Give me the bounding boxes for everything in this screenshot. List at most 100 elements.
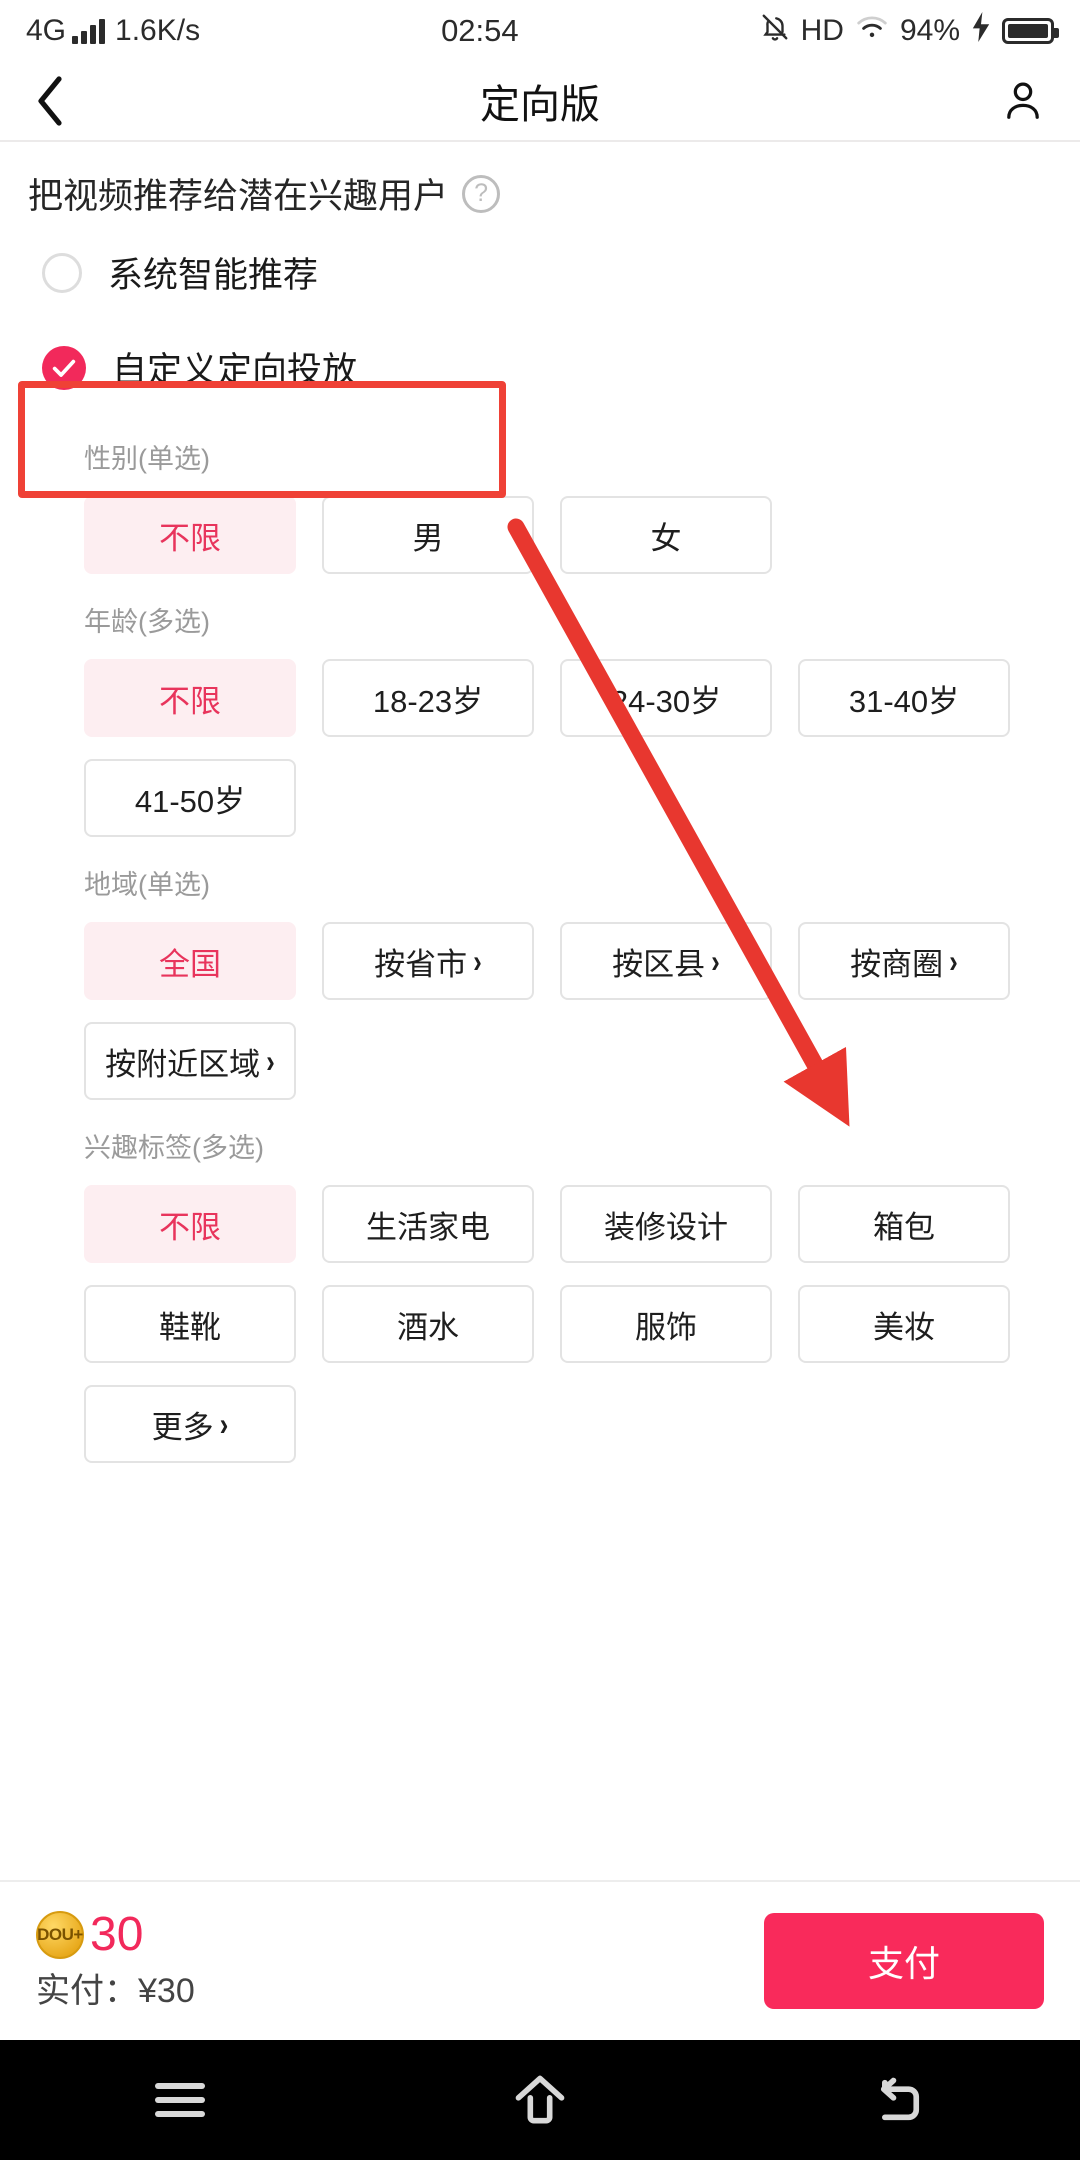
back-icon[interactable] bbox=[720, 2076, 1080, 2124]
network-speed-label: 1.6K/s bbox=[115, 14, 201, 47]
targeting-group: 兴趣标签(多选) 不限 生活家电 装修设计 箱包鞋靴 酒水 服饰 美妆更多 › bbox=[0, 1104, 1080, 1467]
option-chip-label: 按商圈 bbox=[850, 946, 944, 982]
actual-pay-label: 实付：¥30 bbox=[36, 1971, 195, 2010]
targeting-groups: 性别(单选) 不限 男 女年龄(多选) 不限 18-23岁 24-30岁 31-40岁 41-5… bbox=[0, 415, 1080, 1467]
targeting-group: 地域(单选) 全国 按省市 › 按区县 › 按商圈 › 按附近区域 › bbox=[0, 841, 1080, 1104]
back-button[interactable] bbox=[34, 73, 68, 129]
promo-description: 把视频推荐给潜在兴趣用户 bbox=[28, 177, 449, 216]
page-title: 定向版 bbox=[480, 83, 600, 127]
option-chip-label: 女 bbox=[650, 520, 682, 556]
chevron-right-icon: › bbox=[711, 941, 720, 980]
group-title: 兴趣标签(多选) bbox=[84, 1133, 264, 1163]
promo-description-row: 把视频推荐给潜在兴趣用户 ? bbox=[0, 142, 1080, 225]
option-chip[interactable]: 装修设计 bbox=[560, 1185, 772, 1263]
radio-option-custom[interactable]: 自定义定向投放 bbox=[0, 320, 1080, 415]
option-chip[interactable]: 31-40岁 bbox=[798, 659, 1010, 737]
group-options: 不限 男 女 bbox=[28, 476, 1052, 578]
app-header: 定向版 bbox=[0, 62, 1080, 140]
option-chip[interactable]: 鞋靴 bbox=[84, 1285, 296, 1363]
status-bar-clock: 02:54 bbox=[441, 13, 519, 48]
option-chip-label: 男 bbox=[412, 520, 444, 556]
option-chip[interactable]: 41-50岁 bbox=[84, 759, 296, 837]
radio-option-system[interactable]: 系统智能推荐 bbox=[0, 225, 1080, 320]
signal-bars-icon bbox=[72, 18, 106, 44]
main-content: 把视频推荐给潜在兴趣用户 ? 系统智能推荐 自定义定向投放 性别(单选) 不限 男 女… bbox=[0, 142, 1080, 1467]
coin-amount-row: DOU+ 30 bbox=[36, 1907, 195, 1961]
option-chip[interactable]: 按区县 › bbox=[560, 922, 772, 1000]
dou-plus-coin-icon: DOU+ bbox=[36, 1910, 84, 1959]
option-chip-label: 31-40岁 bbox=[848, 683, 960, 719]
radio-unchecked-icon[interactable] bbox=[42, 252, 82, 293]
option-chip[interactable]: 按商圈 › bbox=[798, 922, 1010, 1000]
bell-off-icon bbox=[760, 11, 790, 51]
targeting-group: 年龄(多选) 不限 18-23岁 24-30岁 31-40岁 41-50岁 bbox=[0, 578, 1080, 841]
radio-option-label: 系统智能推荐 bbox=[108, 256, 319, 295]
option-chip[interactable]: 按省市 › bbox=[322, 922, 534, 1000]
option-chip-label: 酒水 bbox=[397, 1309, 459, 1345]
home-icon[interactable] bbox=[360, 2074, 720, 2126]
option-chip[interactable]: 不限 bbox=[84, 659, 296, 737]
option-chip-label: 18-23岁 bbox=[372, 683, 484, 719]
option-chip[interactable]: 酒水 bbox=[322, 1285, 534, 1363]
battery-percent-label: 94% bbox=[899, 14, 960, 47]
option-chip[interactable]: 美妆 bbox=[798, 1285, 1010, 1363]
option-chip-label: 美妆 bbox=[873, 1309, 935, 1345]
option-chip-label: 服饰 bbox=[635, 1309, 697, 1345]
option-chip-label: 全国 bbox=[159, 946, 221, 982]
question-mark-icon[interactable]: ? bbox=[462, 174, 501, 213]
option-chip-label: 按区县 bbox=[612, 946, 706, 982]
option-chip[interactable]: 服饰 bbox=[560, 1285, 772, 1363]
radio-checked-icon[interactable] bbox=[42, 345, 86, 390]
option-chip-label: 按省市 bbox=[374, 946, 468, 982]
group-options: 不限 18-23岁 24-30岁 31-40岁 41-50岁 bbox=[28, 639, 1052, 841]
group-options: 不限 生活家电 装修设计 箱包鞋靴 酒水 服饰 美妆更多 › bbox=[28, 1165, 1052, 1467]
option-chip[interactable]: 生活家电 bbox=[322, 1185, 534, 1263]
charging-bolt-icon bbox=[971, 12, 991, 50]
option-chip[interactable]: 女 bbox=[560, 496, 772, 574]
battery-icon bbox=[1002, 18, 1059, 44]
status-bar-left: 4G 1.6K/s bbox=[26, 14, 200, 48]
option-chip[interactable]: 全国 bbox=[84, 922, 296, 1000]
chevron-right-icon: › bbox=[266, 1041, 275, 1080]
option-chip[interactable]: 更多 › bbox=[84, 1385, 296, 1463]
option-chip-label: 41-50岁 bbox=[134, 783, 246, 819]
coin-amount: 30 bbox=[90, 1907, 144, 1961]
menu-icon[interactable] bbox=[0, 2077, 360, 2123]
option-chip-label: 不限 bbox=[159, 683, 221, 719]
option-chip-label: 24-30岁 bbox=[610, 683, 722, 719]
option-chip-label: 更多 bbox=[151, 1409, 214, 1445]
pay-summary: DOU+ 30 实付：¥30 bbox=[36, 1907, 195, 2012]
option-chip[interactable]: 不限 bbox=[84, 496, 296, 574]
chevron-right-icon: › bbox=[473, 941, 482, 980]
option-chip[interactable]: 男 bbox=[322, 496, 534, 574]
bottom-pay-bar: DOU+ 30 实付：¥30 支付 bbox=[0, 1880, 1080, 2040]
targeting-group: 性别(单选) 不限 男 女 bbox=[0, 415, 1080, 578]
person-icon[interactable] bbox=[1000, 78, 1046, 124]
option-chip-label: 不限 bbox=[159, 520, 221, 556]
chevron-right-icon: › bbox=[949, 941, 958, 980]
pay-button[interactable]: 支付 bbox=[764, 1913, 1044, 2009]
status-bar: 4G 1.6K/s 02:54 HD 94% bbox=[0, 0, 1080, 62]
radio-option-label: 自定义定向投放 bbox=[112, 351, 358, 390]
group-title: 年龄(多选) bbox=[84, 607, 210, 637]
android-nav-bar bbox=[0, 2040, 1080, 2160]
group-title: 地域(单选) bbox=[84, 870, 210, 900]
option-chip[interactable]: 箱包 bbox=[798, 1185, 1010, 1263]
option-chip[interactable]: 不限 bbox=[84, 1185, 296, 1263]
option-chip[interactable]: 按附近区域 › bbox=[84, 1022, 296, 1100]
option-chip[interactable]: 24-30岁 bbox=[560, 659, 772, 737]
wifi-icon bbox=[855, 13, 889, 49]
option-chip-label: 装修设计 bbox=[604, 1209, 728, 1245]
option-chip-label: 不限 bbox=[159, 1209, 221, 1245]
chevron-right-icon: › bbox=[219, 1404, 229, 1443]
option-chip-label: 箱包 bbox=[873, 1209, 935, 1245]
status-bar-right: HD 94% bbox=[760, 11, 1059, 51]
network-type-label: 4G bbox=[26, 14, 67, 47]
option-chip[interactable]: 18-23岁 bbox=[322, 659, 534, 737]
group-title: 性别(单选) bbox=[84, 444, 210, 474]
group-options: 全国 按省市 › 按区县 › 按商圈 › 按附近区域 › bbox=[28, 902, 1052, 1104]
option-chip-label: 生活家电 bbox=[366, 1209, 490, 1245]
option-chip-label: 按附近区域 bbox=[105, 1046, 261, 1082]
hd-icon: HD bbox=[800, 14, 844, 47]
option-chip-label: 鞋靴 bbox=[159, 1309, 221, 1345]
